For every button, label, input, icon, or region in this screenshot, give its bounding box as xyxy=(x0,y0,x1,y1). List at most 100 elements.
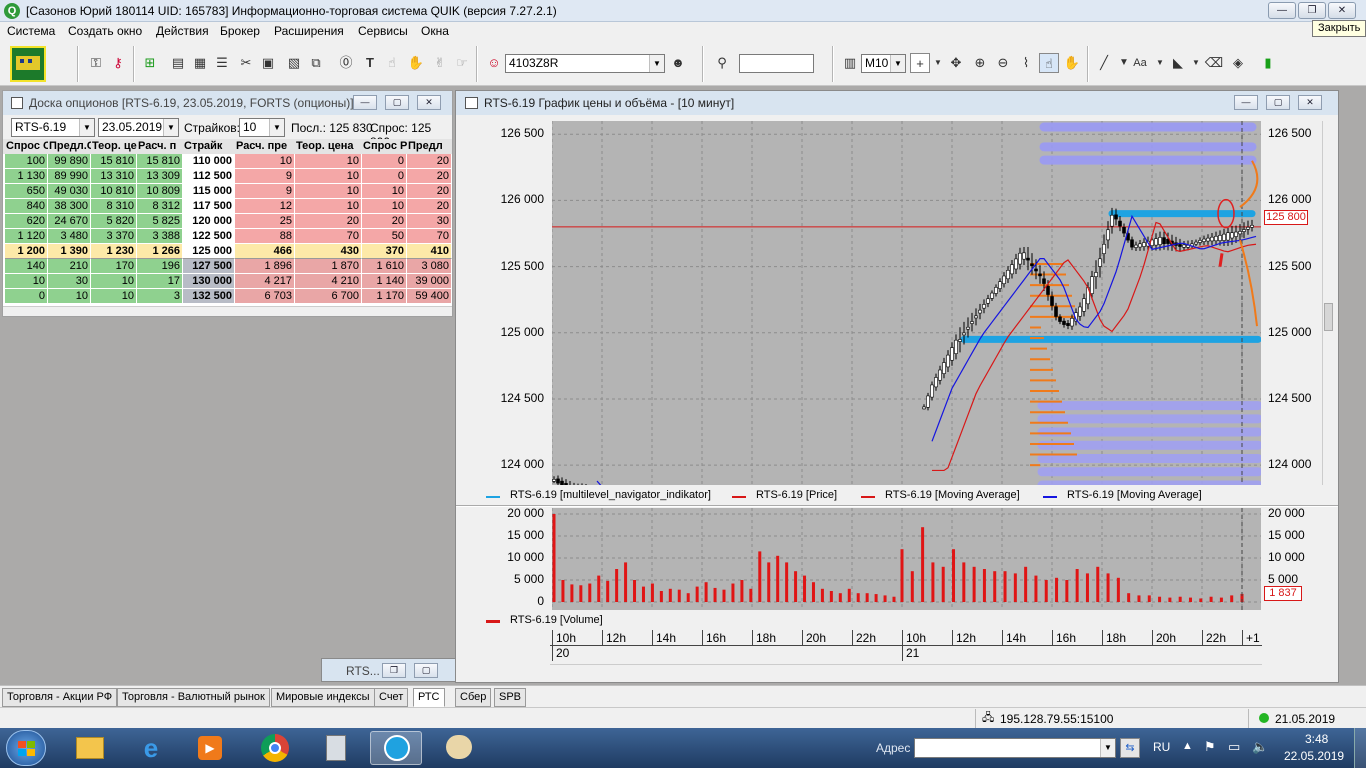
move-icon[interactable]: ✥ xyxy=(946,53,966,73)
menu-windows[interactable]: Окна xyxy=(421,24,449,38)
internet-explorer-icon[interactable]: e xyxy=(124,731,176,765)
eraser-icon[interactable]: ⌫ xyxy=(1204,53,1224,73)
quik-taskbar-icon[interactable] xyxy=(370,731,422,765)
minimized-rts-window[interactable]: RTS... ❐ ▢ xyxy=(321,658,456,682)
alert-icon[interactable]: ⓪ xyxy=(336,53,356,73)
calculator-icon[interactable] xyxy=(310,731,362,765)
search-icon[interactable]: ⚲ xyxy=(712,53,732,73)
media-player-icon[interactable]: ▶ xyxy=(184,731,236,765)
horizontal-scrollbar[interactable] xyxy=(550,664,1262,674)
column-header[interactable]: Предл.С xyxy=(48,139,91,154)
menu-broker[interactable]: Брокер xyxy=(220,24,260,38)
start-button[interactable] xyxy=(6,730,46,766)
paint-icon[interactable] xyxy=(432,731,484,765)
column-header[interactable]: Спрос Р xyxy=(362,139,407,154)
minimize-button[interactable]: — xyxy=(1234,95,1258,110)
panel-divider[interactable] xyxy=(456,505,1338,507)
table-row[interactable]: 620 24 670 5 820 5 825 120 000 25 20 20 30 xyxy=(3,214,452,229)
zoom-in-icon[interactable]: ⊕ xyxy=(970,53,990,73)
vertical-scrollbar[interactable] xyxy=(1322,121,1334,485)
menu-system[interactable]: Система xyxy=(7,24,55,38)
fill-icon[interactable]: ◣ xyxy=(1168,53,1188,73)
table-row[interactable]: 140 210 170 196 127 500 1 896 1 870 1 610 3 080 xyxy=(3,259,452,274)
line-tool-icon[interactable]: ╱ xyxy=(1094,53,1114,73)
chevron-down-icon[interactable]: ▼ xyxy=(1186,53,1206,73)
horizontal-scrollbar[interactable] xyxy=(3,306,452,316)
tab-world-indexes[interactable]: Мировые индексы xyxy=(271,688,375,707)
maximize-button[interactable]: ▢ xyxy=(1266,95,1290,110)
table-row[interactable]: 0 10 10 3 132 500 6 703 6 700 1 170 59 400 xyxy=(3,289,452,304)
user-icon[interactable]: ☺ xyxy=(484,53,504,73)
column-header[interactable]: Предл xyxy=(407,139,452,154)
flag-icon[interactable]: ⚑ xyxy=(1204,739,1216,755)
tab-currency[interactable]: Торговля - Валютный рынок xyxy=(117,688,270,707)
tab-spb[interactable]: SPB xyxy=(494,688,527,707)
strikes-select[interactable]: 10 ▼ xyxy=(239,118,285,137)
close-button[interactable]: ✕ xyxy=(417,95,441,110)
table-row[interactable]: 100 99 890 15 810 15 810 110 000 10 10 0 20 xyxy=(3,154,452,169)
tab-sber[interactable]: Сбер xyxy=(455,688,492,707)
column-header[interactable]: Теор. цена xyxy=(295,139,362,154)
price-chart-panel[interactable] xyxy=(552,121,1261,485)
menu-create-window[interactable]: Создать окно xyxy=(68,24,142,38)
timeframe-select[interactable]: M10 ▼ xyxy=(861,54,906,73)
tab-rts[interactable]: РТС xyxy=(413,688,445,707)
maximize-button[interactable]: ▢ xyxy=(385,95,409,110)
close-button[interactable]: ✕ xyxy=(1328,2,1356,19)
zoom-out-icon[interactable]: ⊖ xyxy=(993,53,1013,73)
maximize-button[interactable]: ▢ xyxy=(414,663,438,678)
column-header[interactable]: Расч. пре xyxy=(235,139,295,154)
go-arrow-icon[interactable]: ⇆ xyxy=(1120,738,1140,758)
hand2-icon[interactable]: ✋ xyxy=(406,53,426,73)
column-header[interactable]: Теор. це xyxy=(91,139,137,154)
table-row[interactable]: 650 49 030 10 810 10 809 115 000 9 10 10 20 xyxy=(3,184,452,199)
hand4-icon[interactable]: ☞ xyxy=(452,53,472,73)
copy-icon[interactable]: ⧉ xyxy=(306,53,326,73)
address-input[interactable]: ▼ xyxy=(914,738,1116,758)
keys-icon[interactable]: ⚷ xyxy=(108,53,128,73)
account-select[interactable]: 4103Z8R ▼ xyxy=(505,54,665,73)
show-desktop-button[interactable] xyxy=(1354,728,1366,768)
text-tool-icon[interactable]: T xyxy=(360,53,380,73)
restore-button[interactable]: ❐ xyxy=(382,663,406,678)
tab-stocks[interactable]: Торговля - Акции РФ xyxy=(2,688,118,707)
chevron-down-icon[interactable]: ▼ xyxy=(928,53,948,73)
ruler-icon[interactable]: ⌇ xyxy=(1016,53,1036,73)
menu-services[interactable]: Сервисы xyxy=(358,24,408,38)
volume-chart-panel[interactable] xyxy=(552,508,1261,610)
maximize-button[interactable]: ❐ xyxy=(1298,2,1326,19)
explorer-icon[interactable] xyxy=(64,731,116,765)
profile-icon[interactable]: ☻ xyxy=(668,53,688,73)
key-icon[interactable]: ⚿ xyxy=(86,53,106,73)
column-header[interactable]: Расч. п xyxy=(137,139,183,154)
chevron-down-icon[interactable]: ▼ xyxy=(1150,53,1170,73)
table-icon[interactable]: ▤ xyxy=(168,53,188,73)
bar-chart-icon[interactable]: ▥ xyxy=(840,53,860,73)
hand3-icon[interactable]: ✌ xyxy=(430,53,450,73)
minimize-button[interactable]: — xyxy=(353,95,377,110)
layers-icon[interactable]: ◈ xyxy=(1228,53,1248,73)
tray-chevron-up-icon[interactable]: ▲ xyxy=(1182,740,1193,752)
orders-icon[interactable]: ▧ xyxy=(284,53,304,73)
menu-actions[interactable]: Действия xyxy=(156,24,209,38)
tab-account[interactable]: Счет xyxy=(374,688,409,707)
indicator-icon[interactable]: ▮ xyxy=(1258,53,1278,73)
menu-extensions[interactable]: Расширения xyxy=(274,24,344,38)
instrument-select[interactable]: RTS-6.19 ▼ xyxy=(11,118,95,137)
expiry-date-select[interactable]: 23.05.2019 ▼ xyxy=(98,118,179,137)
pan-icon[interactable]: ✋ xyxy=(1062,53,1082,73)
hand-tool-icon[interactable]: ☝ xyxy=(1039,53,1059,73)
scissors-icon[interactable]: ✂ xyxy=(236,53,256,73)
hand-icon[interactable]: ☝ xyxy=(382,53,402,73)
table-row[interactable]: 840 38 300 8 310 8 312 117 500 12 10 10 20 xyxy=(3,199,452,214)
table-row[interactable]: 10 30 10 17 130 000 4 217 4 210 1 140 39 000 xyxy=(3,274,452,289)
minimize-button[interactable]: — xyxy=(1268,2,1296,19)
chart-window-icon[interactable]: ▦ xyxy=(190,53,210,73)
table-row[interactable]: 1 200 1 390 1 230 1 266 125 000 466 430 370 410 xyxy=(3,244,452,259)
scrollbar-thumb[interactable] xyxy=(1324,303,1333,331)
window-icon[interactable]: ▣ xyxy=(258,53,278,73)
new-window-icon[interactable]: ⊞ xyxy=(140,53,160,73)
column-header[interactable]: Спрос С xyxy=(5,139,48,154)
font-icon[interactable]: Aa xyxy=(1130,53,1150,73)
crosshair-icon[interactable]: + xyxy=(910,53,930,73)
